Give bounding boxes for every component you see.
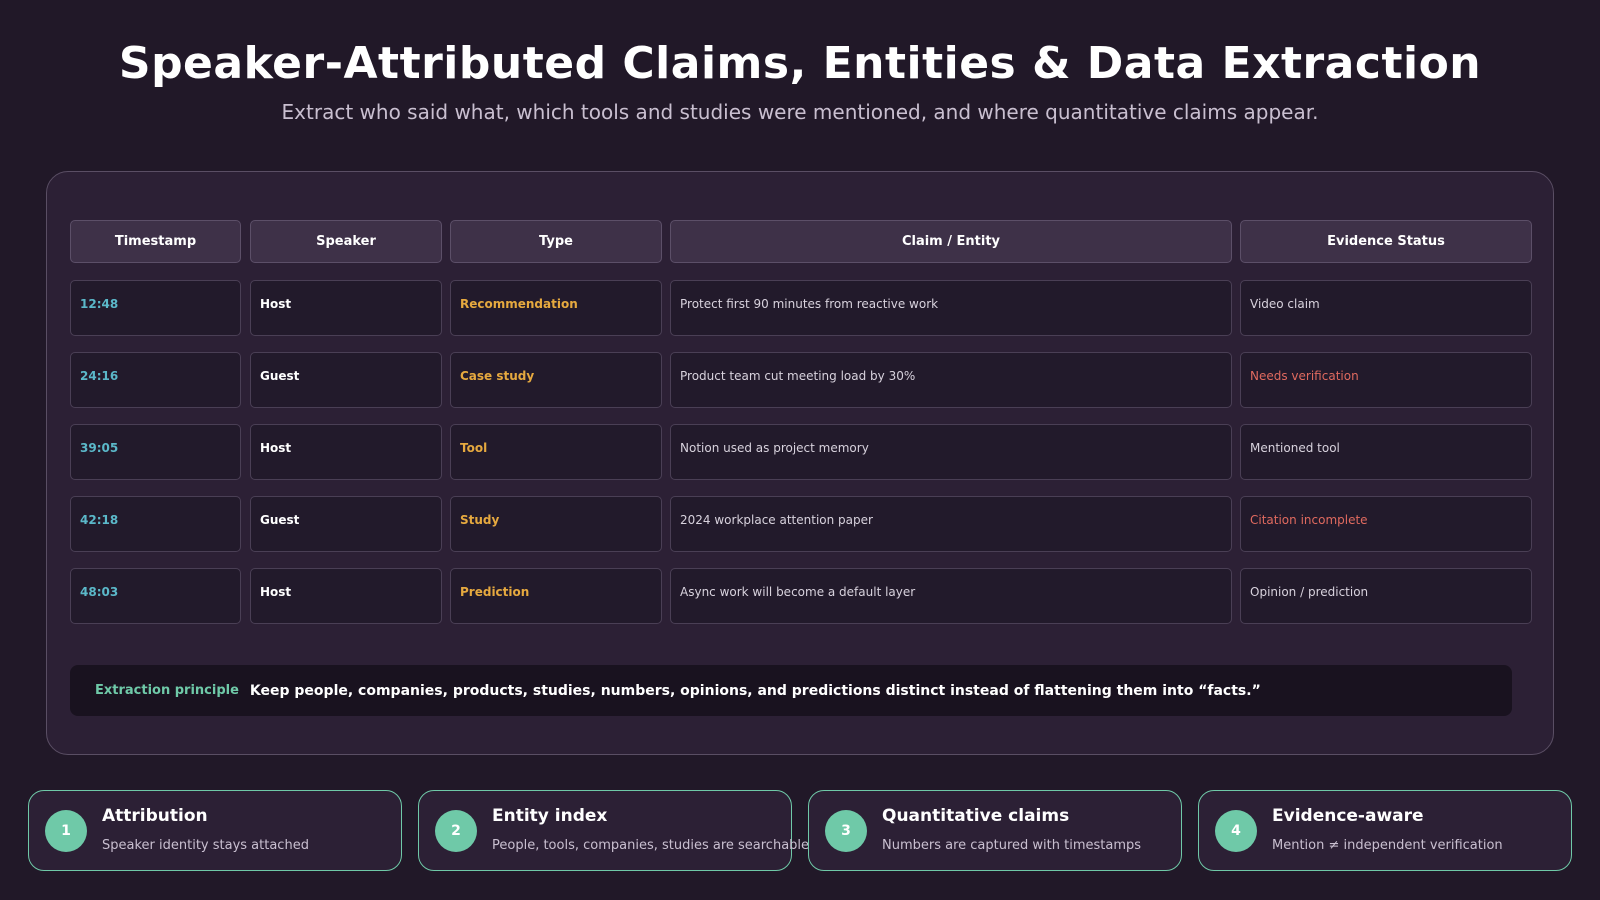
step-number-badge: 3 <box>825 810 867 852</box>
speaker-cell: Guest <box>250 352 442 408</box>
timestamp-cell: 42:18 <box>70 496 241 552</box>
extraction-principle-bar: Extraction principle Keep people, compan… <box>70 665 1512 716</box>
card-title: Quantitative claims <box>882 806 1070 826</box>
header-speaker: Speaker <box>250 220 442 263</box>
page-title: Speaker-Attributed Claims, Entities & Da… <box>118 38 1482 89</box>
page-subtitle: Extract who said what, which tools and s… <box>281 100 1319 124</box>
principle-text: Keep people, companies, products, studie… <box>249 682 1261 699</box>
evidence-status-cell: Opinion / prediction <box>1240 568 1532 624</box>
evidence-status-cell: Citation incomplete <box>1240 496 1532 552</box>
header-timestamp: Timestamp <box>70 220 241 263</box>
evidence-status-cell: Mentioned tool <box>1240 424 1532 480</box>
timestamp-cell: 39:05 <box>70 424 241 480</box>
card-description: Mention ≠ independent verification <box>1272 838 1503 853</box>
header-claim: Claim / Entity <box>670 220 1232 263</box>
speaker-cell: Guest <box>250 496 442 552</box>
extraction-table-panel: Timestamp Speaker Type Claim / Entity Ev… <box>46 171 1554 755</box>
feature-card-evidence-aware: 4 Evidence-aware Mention ≠ independent v… <box>1198 790 1572 871</box>
speaker-cell: Host <box>250 280 442 336</box>
type-cell: Recommendation <box>450 280 662 336</box>
card-title: Evidence-aware <box>1272 806 1424 826</box>
evidence-status-cell: Needs verification <box>1240 352 1532 408</box>
card-description: People, tools, companies, studies are se… <box>492 838 810 853</box>
principle-label: Extraction principle <box>95 683 239 698</box>
card-description: Speaker identity stays attached <box>102 838 309 853</box>
type-cell: Case study <box>450 352 662 408</box>
claim-cell: Notion used as project memory <box>670 424 1232 480</box>
claim-cell: 2024 workplace attention paper <box>670 496 1232 552</box>
claim-cell: Product team cut meeting load by 30% <box>670 352 1232 408</box>
type-cell: Prediction <box>450 568 662 624</box>
feature-card-attribution: 1 Attribution Speaker identity stays att… <box>28 790 402 871</box>
timestamp-cell: 24:16 <box>70 352 241 408</box>
card-title: Attribution <box>102 806 208 826</box>
speaker-cell: Host <box>250 424 442 480</box>
step-number-badge: 2 <box>435 810 477 852</box>
step-number-badge: 1 <box>45 810 87 852</box>
speaker-cell: Host <box>250 568 442 624</box>
timestamp-cell: 48:03 <box>70 568 241 624</box>
type-cell: Tool <box>450 424 662 480</box>
claim-cell: Protect first 90 minutes from reactive w… <box>670 280 1232 336</box>
slide: Speaker-Attributed Claims, Entities & Da… <box>0 0 1600 900</box>
claim-cell: Async work will become a default layer <box>670 568 1232 624</box>
header-type: Type <box>450 220 662 263</box>
evidence-status-cell: Video claim <box>1240 280 1532 336</box>
feature-card-quantitative-claims: 3 Quantitative claims Numbers are captur… <box>808 790 1182 871</box>
type-cell: Study <box>450 496 662 552</box>
header-evidence-status: Evidence Status <box>1240 220 1532 263</box>
feature-card-entity-index: 2 Entity index People, tools, companies,… <box>418 790 809 871</box>
step-number-badge: 4 <box>1215 810 1257 852</box>
card-title: Entity index <box>492 806 608 826</box>
card-description: Numbers are captured with timestamps <box>882 838 1142 853</box>
timestamp-cell: 12:48 <box>70 280 241 336</box>
